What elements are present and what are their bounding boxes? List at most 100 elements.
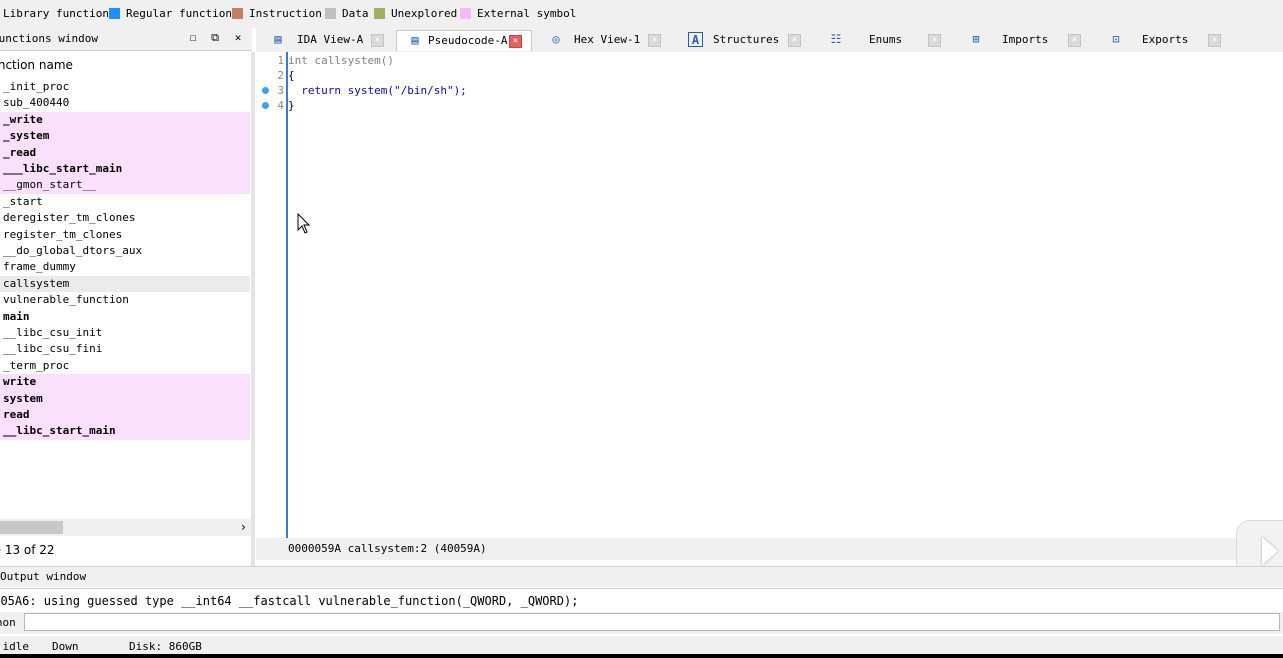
function-row[interactable]: deregister_tm_clones — [0, 210, 250, 226]
tab-close-icon[interactable]: ✕ — [648, 34, 661, 47]
screen-bottom-edge — [0, 654, 1283, 658]
play-icon[interactable] — [1262, 537, 1278, 565]
search-direction: Down — [52, 640, 79, 653]
function-row[interactable]: __libc_csu_init — [0, 325, 250, 341]
function-row[interactable]: _start — [0, 194, 250, 210]
legend-swatch-instruction — [232, 8, 243, 19]
tab-close-icon[interactable]: ✕ — [928, 34, 941, 47]
functions-line-status-text: Line 13 of 22 — [0, 543, 55, 557]
function-row[interactable]: __libc_start_main — [0, 423, 250, 440]
disassembly-icon: ▤ — [274, 32, 282, 46]
legend-unexplored: Unexplored — [391, 7, 458, 20]
function-row[interactable]: read — [0, 407, 250, 424]
exports-icon: ⊡ — [1112, 32, 1120, 46]
pseudocode-view[interactable] — [256, 52, 1283, 540]
float-window-icon[interactable]: ⧉ — [208, 31, 222, 45]
address-status: 0000059A callsystem:2 (40059A) — [288, 542, 487, 555]
tab-close-icon[interactable]: ✕ — [1208, 34, 1221, 47]
output-message: 4005A6: using guessed type __int64 __fas… — [0, 594, 579, 608]
command-input[interactable] — [24, 613, 1280, 631]
line-number: 2 — [277, 69, 284, 82]
function-row[interactable]: write — [0, 374, 250, 391]
maximize-icon[interactable]: ☐ — [186, 31, 200, 45]
tab-label: Hex View-1 — [574, 33, 641, 46]
tab-close-icon[interactable]: ✕ — [371, 34, 384, 47]
code-line[interactable]: { — [288, 68, 295, 83]
output-window-header: Output window — [0, 566, 1283, 587]
structures-icon: A — [688, 32, 703, 47]
tab-label: Enums — [869, 33, 903, 46]
function-row[interactable]: main — [0, 309, 250, 325]
function-row[interactable]: frame_dummy — [0, 259, 250, 275]
scroll-right-arrow-icon[interactable]: › — [240, 520, 247, 535]
function-row[interactable]: __gmon_start__ — [0, 177, 250, 194]
tab-structures[interactable]: A Structures ✕ — [678, 30, 808, 50]
scrollbar-thumb[interactable] — [0, 521, 63, 534]
tab-enums[interactable]: ☷ Enums ✕ — [818, 30, 948, 50]
command-row: Python — [0, 612, 1283, 634]
panel-splitter[interactable] — [251, 52, 255, 572]
functions-horizontal-scrollbar[interactable]: › — [0, 519, 251, 536]
tab-exports[interactable]: ⊡ Exports ✕ — [1098, 30, 1228, 50]
line-number: 3 — [277, 84, 284, 97]
functions-window-title: Functions window — [0, 32, 98, 45]
code-line[interactable]: } — [288, 98, 295, 113]
imports-icon: ⊞ — [972, 32, 980, 46]
legend-external-symbol: External symbol — [477, 7, 577, 20]
code-line-text: return system("/bin/sh"); — [288, 84, 467, 97]
legend-swatch-external — [460, 8, 471, 19]
legend-data: Data — [342, 7, 369, 20]
mouse-cursor-icon — [297, 213, 311, 234]
code-line[interactable]: int callsystem() — [288, 53, 394, 68]
hex-view-icon: ◎ — [552, 32, 560, 46]
function-row[interactable]: __libc_csu_fini — [0, 341, 250, 357]
function-name-header-label: Function name — [0, 58, 73, 72]
enums-icon: ☷ — [830, 32, 842, 46]
tab-close-icon[interactable]: ✕ — [1068, 34, 1081, 47]
tab-pseudocode-a[interactable]: ▤ Pseudocode-A ✕ — [396, 30, 532, 51]
tab-label: IDA View-A — [297, 33, 364, 46]
code-line[interactable]: return system("/bin/sh"); — [288, 83, 467, 98]
status-bar: AU: idle Down Disk: 860GB — [0, 636, 1283, 656]
command-language-button[interactable]: Python — [0, 616, 16, 629]
legend-swatch-data — [325, 8, 336, 19]
tab-hex-view-1[interactable]: ◎ Hex View-1 ✕ — [538, 30, 668, 50]
view-tabstrip: ▤ IDA View-A ✕ ▤ Pseudocode-A ✕ ◎ Hex Vi… — [256, 28, 1283, 54]
function-row-selected[interactable]: callsystem — [0, 275, 250, 293]
function-row[interactable]: system — [0, 390, 250, 407]
function-row[interactable]: sub_400440 — [0, 95, 250, 111]
legend-library-function: Library function — [3, 7, 109, 20]
line-number: 1 — [277, 54, 284, 67]
tab-close-icon[interactable]: ✕ — [509, 35, 522, 48]
functions-line-status: Line 13 of 22 — [0, 540, 251, 560]
legend-bar: Library function Regular function Instru… — [0, 0, 1283, 28]
pseudocode-status-bar: 0000059A callsystem:2 (40059A) — [256, 538, 1236, 560]
legend-swatch-regular — [109, 8, 120, 19]
gutter-line — [286, 52, 288, 538]
close-icon[interactable]: ✕ — [231, 31, 245, 45]
function-row[interactable]: __do_global_dtors_aux — [0, 243, 250, 259]
function-name-column-header[interactable]: Function name — [0, 52, 252, 78]
output-window-body[interactable]: 4005A6: using guessed type __int64 __fas… — [0, 588, 1283, 613]
tab-imports[interactable]: ⊞ Imports ✕ — [958, 30, 1088, 50]
legend-instruction: Instruction — [249, 7, 322, 20]
analysis-state: AU: idle — [0, 640, 29, 653]
tab-label: Imports — [1002, 33, 1049, 46]
functions-window-header: Functions window ☐ ⧉ ✕ — [0, 28, 252, 51]
tab-label: Structures — [713, 33, 780, 46]
tab-close-icon[interactable]: ✕ — [788, 34, 801, 47]
function-row[interactable]: register_tm_clones — [0, 227, 250, 243]
code-line-text: } — [288, 99, 295, 112]
function-row[interactable]: _read — [0, 144, 250, 161]
tab-ida-view-a[interactable]: ▤ IDA View-A ✕ — [260, 30, 390, 50]
breakpoint-marker-icon[interactable] — [262, 102, 269, 109]
legend-swatch-unexplored — [374, 8, 385, 19]
function-row[interactable]: _system — [0, 128, 250, 145]
function-row[interactable]: _write — [0, 111, 250, 129]
breakpoint-marker-icon[interactable] — [262, 87, 269, 94]
function-row[interactable]: vulnerable_function — [0, 292, 250, 308]
function-row[interactable]: _init_proc — [0, 79, 250, 95]
function-row[interactable]: ___libc_start_main — [0, 161, 250, 178]
functions-list: _init_proc sub_400440 _write _system _re… — [0, 79, 252, 519]
function-row[interactable]: _term_proc — [0, 358, 250, 374]
